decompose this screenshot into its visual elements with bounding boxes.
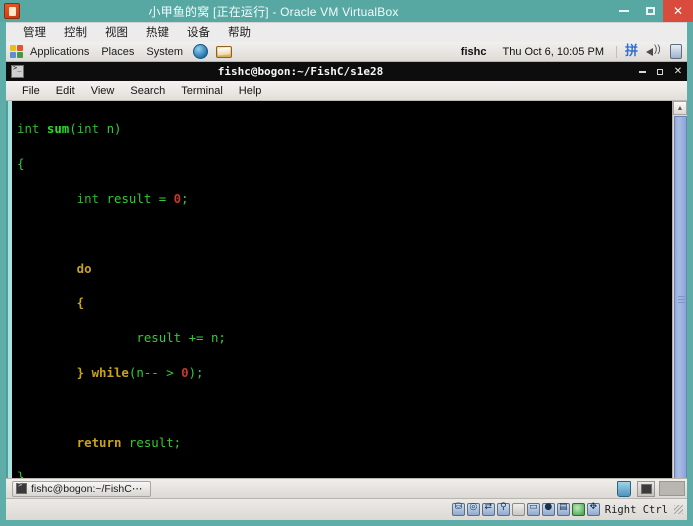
panel-separator (615, 45, 617, 58)
gnome-menu-applications[interactable]: Applications (24, 42, 95, 62)
vbox-menu-manage[interactable]: 管理 (14, 23, 55, 43)
terminal-icon (11, 64, 24, 78)
network-icon[interactable] (481, 502, 495, 516)
code-line: } while(n-- > 0); (17, 364, 204, 380)
terminal-menu-file[interactable]: File (14, 81, 48, 101)
mouse-capture-icon[interactable] (586, 502, 600, 516)
vbox-menu-view[interactable]: 视图 (96, 23, 137, 43)
volume-icon[interactable] (646, 44, 662, 59)
recording-icon[interactable] (541, 502, 555, 516)
source-code: int sum(int n) { int result = 0; do { re… (17, 103, 437, 498)
scroll-up-icon[interactable]: ▲ (673, 101, 687, 115)
maximize-icon (657, 68, 663, 75)
gnome-bottom-panel: fishc@bogon:~/FishC⋯ (6, 478, 687, 498)
close-icon: ✕ (673, 66, 683, 77)
code-line: { (17, 295, 85, 311)
resize-grip[interactable] (674, 505, 683, 514)
minimize-button[interactable] (611, 0, 637, 22)
vbox-menu-hotkey[interactable]: 热键 (137, 23, 178, 43)
terminal-title: fishc@bogon:~/FishC/s1e28 (217, 65, 384, 78)
vim-text-area[interactable]: int sum(int n) { int result = 0; do { re… (12, 101, 672, 498)
clipboard-icon[interactable] (556, 502, 570, 516)
gnome-menu-system[interactable]: System (140, 42, 189, 62)
maximize-button[interactable] (637, 0, 663, 22)
terminal-menu-edit[interactable]: Edit (48, 81, 83, 101)
terminal-titlebar: fishc@bogon:~/FishC/s1e28 ✕ (6, 62, 687, 81)
code-line: result += n; (17, 330, 226, 346)
terminal-menubar: File Edit View Search Terminal Help (6, 81, 687, 101)
removable-media-icon[interactable] (617, 480, 631, 497)
terminal-menu-view[interactable]: View (83, 81, 123, 101)
clock[interactable]: Thu Oct 6, 10:05 PM (502, 46, 616, 58)
taskbar-window-button[interactable]: fishc@bogon:~/FishC⋯ (12, 480, 152, 497)
close-icon: ✕ (672, 4, 684, 18)
guest-screen: Applications Places System fishc Thu Oct… (6, 42, 687, 498)
window-title: 小甲鱼的窝 [正在运行] - Oracle VM VirtualBox (148, 4, 399, 19)
virtualbox-titlebar: 小甲鱼的窝 [正在运行] - Oracle VM VirtualBox ✕ (0, 0, 693, 22)
code-line: int sum(int n) (17, 121, 122, 137)
guest-additions-icon[interactable] (571, 503, 585, 516)
code-line: do (17, 260, 92, 276)
shared-folder-icon[interactable] (511, 503, 525, 516)
terminal-tray-icon[interactable] (637, 480, 655, 497)
vbox-menu-control[interactable]: 控制 (55, 23, 96, 43)
virtualbox-menubar: 管理 控制 视图 热键 设备 帮助 (6, 22, 687, 42)
terminal-body: int sum(int n) { int result = 0; do { re… (6, 101, 687, 498)
terminal-minimize-button[interactable] (633, 62, 651, 81)
host-key-label: Right Ctrl (604, 503, 668, 516)
terminal-maximize-button[interactable] (651, 62, 669, 81)
scrollbar-thumb[interactable] (674, 116, 687, 483)
terminal-window: fishc@bogon:~/FishC/s1e28 ✕ File Edit Vi… (6, 62, 687, 498)
minimize-icon (619, 10, 629, 12)
close-button[interactable]: ✕ (663, 0, 693, 22)
vbox-menu-devices[interactable]: 设备 (178, 23, 219, 43)
display-icon[interactable] (526, 502, 540, 516)
gnome-top-panel: Applications Places System fishc Thu Oct… (6, 42, 687, 62)
code-line: { (17, 156, 25, 172)
maximize-icon (645, 7, 655, 15)
virtualbox-window: 小甲鱼的窝 [正在运行] - Oracle VM VirtualBox ✕ 管理… (0, 0, 693, 526)
hard-disk-icon[interactable] (451, 502, 465, 516)
terminal-menu-search[interactable]: Search (122, 81, 173, 101)
code-line: int result = 0; (17, 191, 189, 206)
taskbar-window-label: fishc@bogon:~/FishC⋯ (31, 482, 143, 495)
terminal-icon (16, 481, 27, 494)
code-line: return result; (17, 434, 182, 450)
vbox-menu-help[interactable]: 帮助 (219, 23, 260, 43)
input-method-icon[interactable]: 拼 (625, 44, 646, 59)
usb-icon[interactable] (496, 502, 510, 516)
mail-client-icon[interactable] (216, 45, 233, 58)
web-browser-icon[interactable] (193, 44, 209, 59)
minimize-icon (638, 70, 646, 73)
virtualbox-statusbar: Right Ctrl (6, 498, 687, 520)
power-icon[interactable] (670, 44, 682, 59)
terminal-close-button[interactable]: ✕ (669, 62, 687, 81)
virtualbox-icon (4, 3, 20, 19)
terminal-menu-terminal[interactable]: Terminal (173, 81, 231, 101)
terminal-scrollbar[interactable]: ▲ ▼ (672, 101, 687, 498)
optical-disk-icon[interactable] (466, 502, 480, 516)
current-user-label[interactable]: fishc (461, 46, 503, 58)
gnome-menu-places[interactable]: Places (95, 42, 140, 62)
applications-menu-icon (10, 44, 24, 59)
workspace-switcher[interactable] (659, 481, 685, 496)
terminal-menu-help[interactable]: Help (231, 81, 270, 101)
